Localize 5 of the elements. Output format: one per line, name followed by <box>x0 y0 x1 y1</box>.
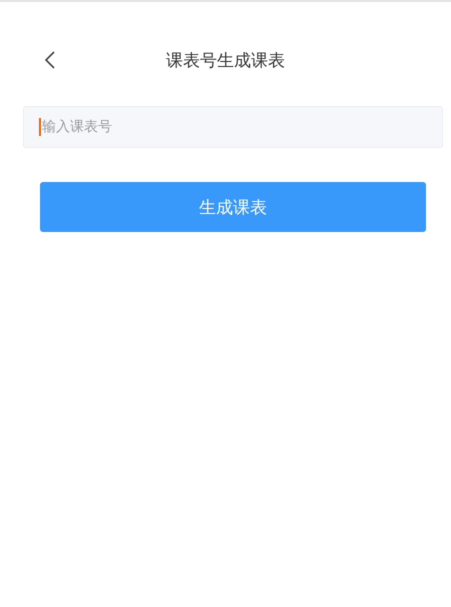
input-field[interactable]: 输入课表号 <box>23 106 443 148</box>
page-title: 课表号生成课表 <box>166 50 285 70</box>
text-cursor <box>39 118 41 136</box>
generate-button[interactable]: 生成课表 <box>40 182 426 232</box>
back-icon <box>44 51 56 69</box>
